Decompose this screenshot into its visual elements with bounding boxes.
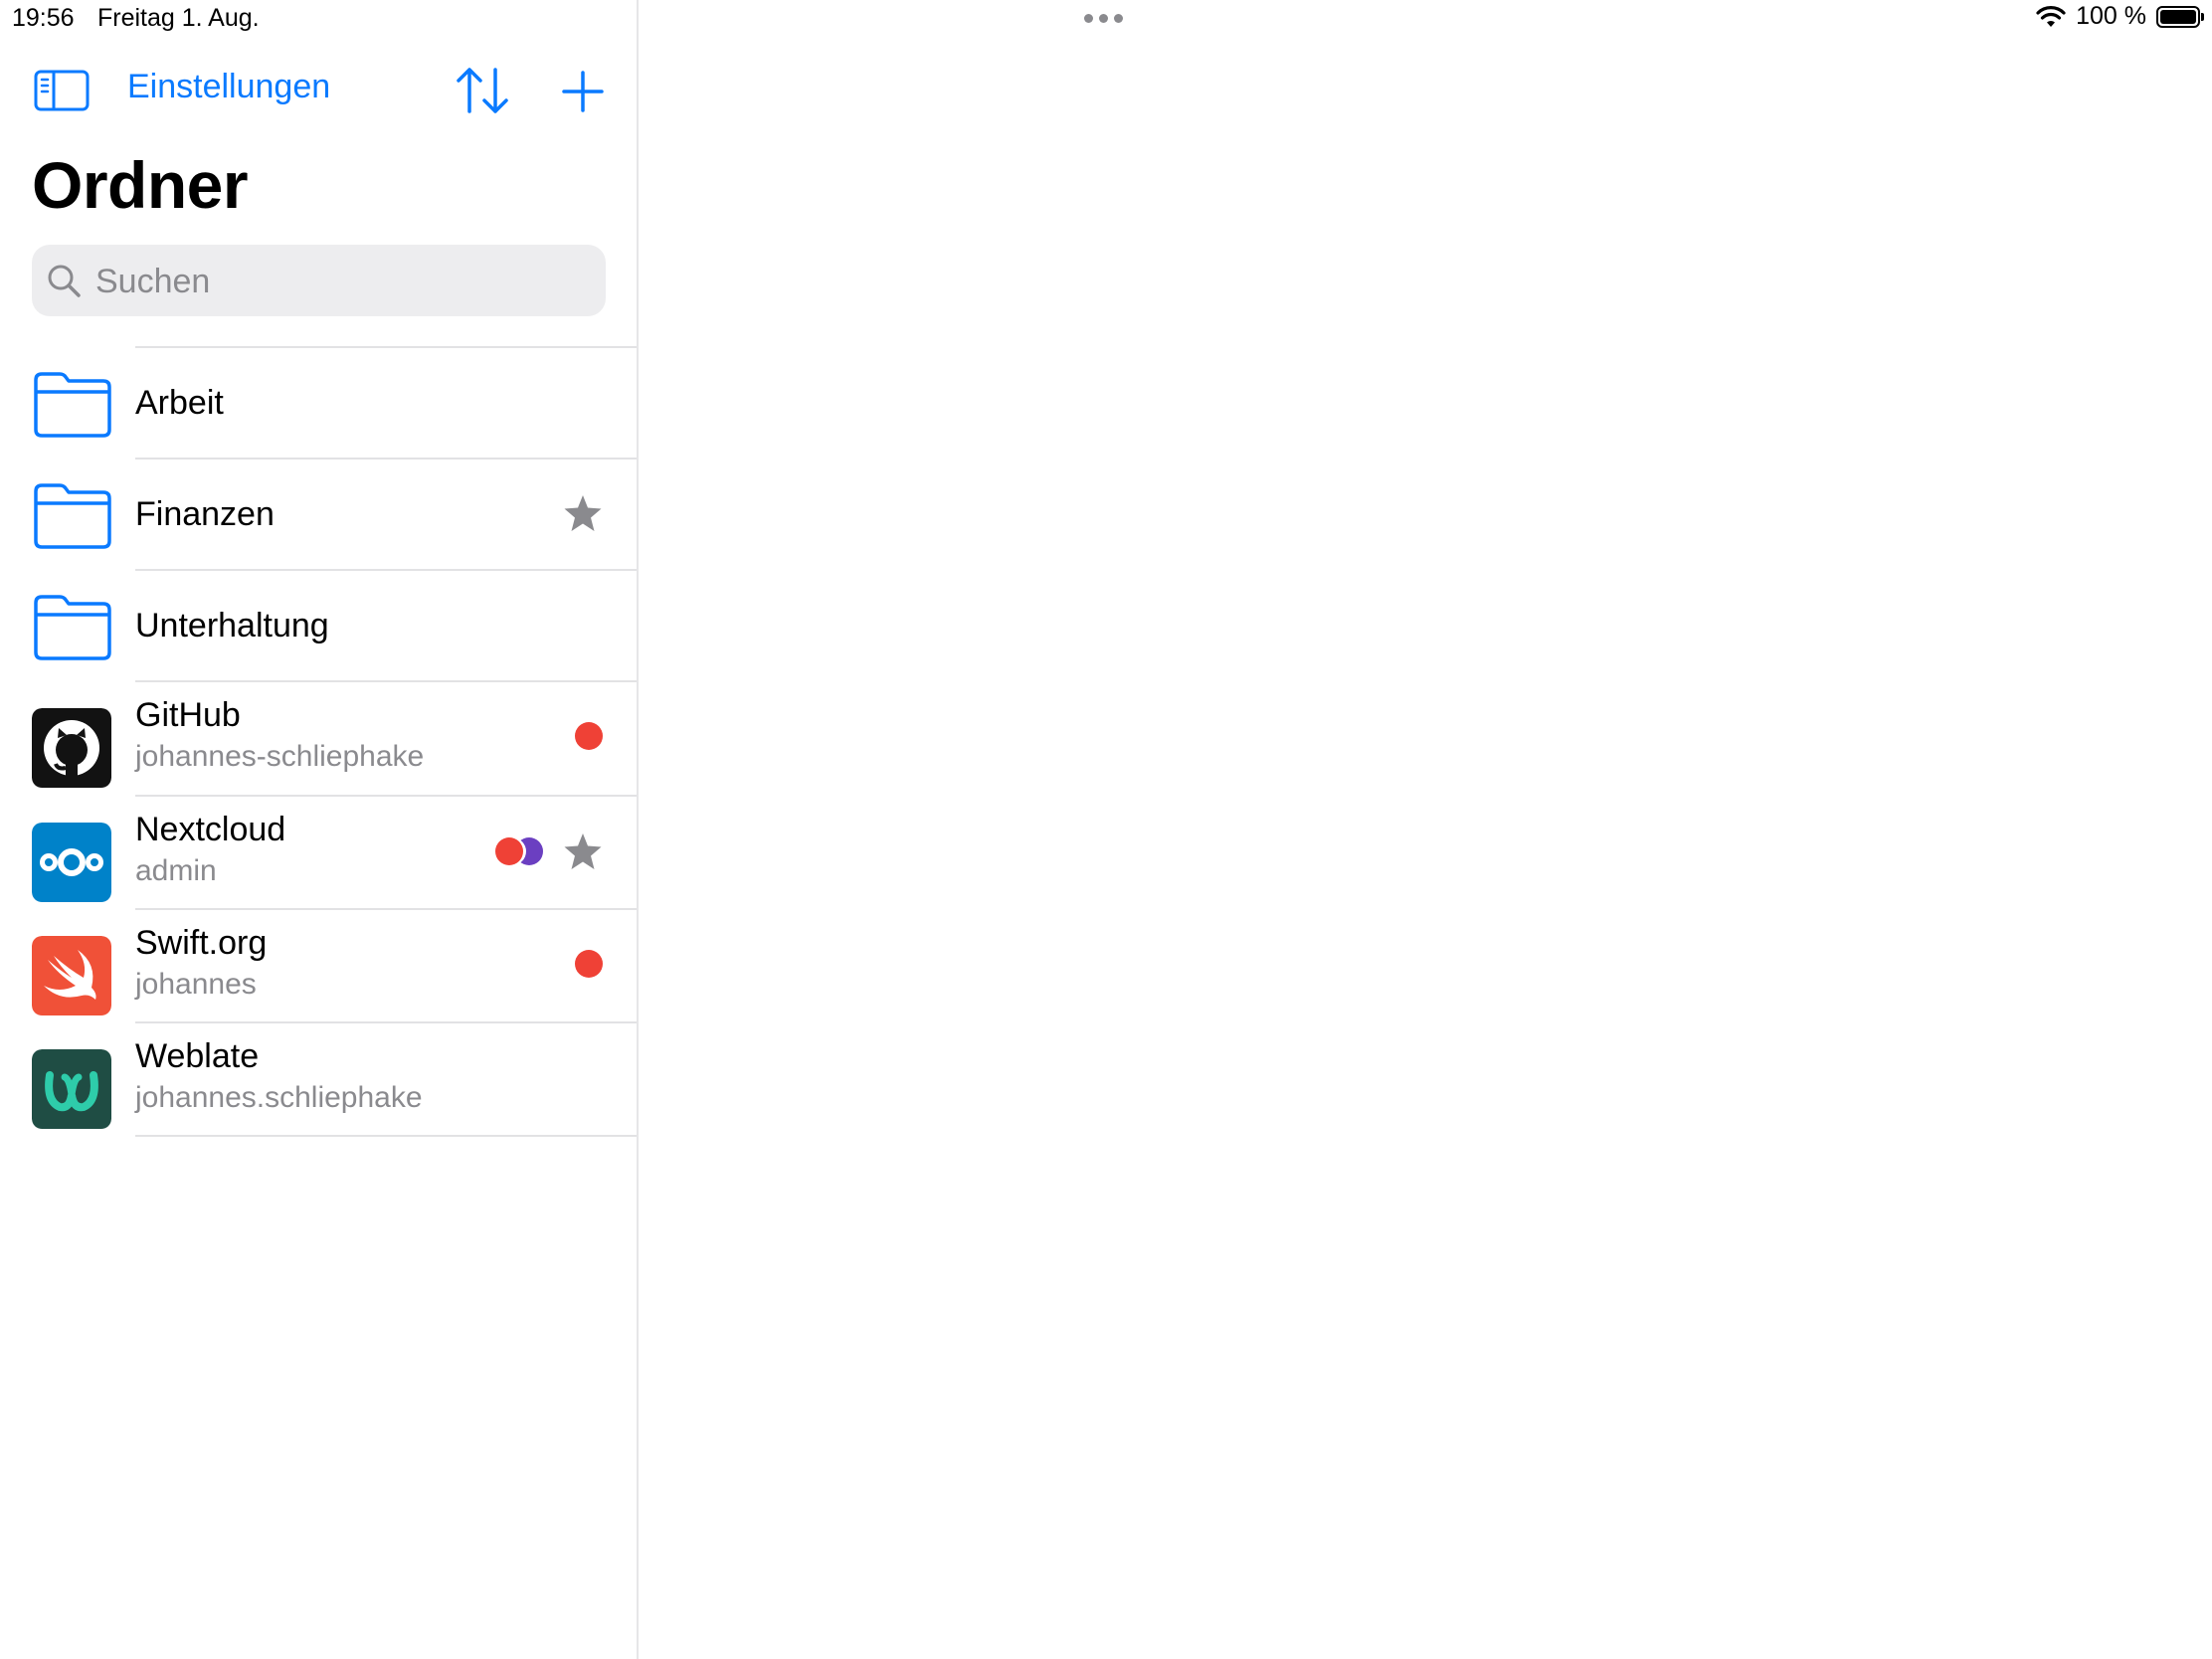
entry-title: Nextcloud: [135, 811, 286, 848]
search-bar[interactable]: [32, 245, 606, 318]
folder-name: Arbeit: [135, 384, 224, 422]
folder-name: Finanzen: [135, 495, 275, 533]
wifi-icon: [2036, 5, 2066, 27]
folder-icon: [34, 483, 111, 549]
folder-row[interactable]: Unterhaltung: [0, 569, 637, 680]
folder-list: Arbeit Finanzen Unterhaltung GitHub joha…: [0, 346, 637, 1137]
entry-row[interactable]: GitHub johannes-schliephake: [0, 680, 637, 795]
tag-red-icon: [575, 722, 603, 750]
sidebar: Einstellungen Ordner Arbeit F: [0, 0, 639, 1659]
entry-title: GitHub: [135, 696, 241, 734]
tag-red-icon: [495, 837, 523, 865]
folder-icon: [34, 372, 111, 438]
entry-row[interactable]: Weblate johannes.schliephake: [0, 1021, 637, 1135]
list-divider: [135, 1135, 637, 1137]
folder-icon: [34, 595, 111, 660]
folder-row[interactable]: Finanzen: [0, 458, 637, 569]
favorite-star-icon: [564, 495, 602, 531]
entry-username: johannes-schliephake: [135, 740, 425, 773]
search-input[interactable]: [93, 245, 585, 318]
folder-name: Unterhaltung: [135, 607, 329, 645]
battery-percentage: 100 %: [2076, 2, 2146, 30]
nextcloud-icon: [32, 823, 111, 902]
multitasking-handle[interactable]: [1084, 14, 1123, 23]
entry-title: Swift.org: [135, 924, 268, 962]
favorite-star-icon: [564, 833, 602, 869]
entry-row[interactable]: Swift.org johannes: [0, 908, 637, 1021]
entry-username: johannes: [135, 968, 257, 1001]
weblate-icon: [32, 1049, 111, 1129]
tag-red-icon: [575, 950, 603, 978]
folder-row[interactable]: Arbeit: [0, 346, 637, 458]
status-right: 100 %: [2036, 2, 2204, 31]
entry-username: admin: [135, 854, 217, 887]
settings-button[interactable]: Einstellungen: [127, 68, 330, 106]
add-icon[interactable]: [561, 70, 605, 113]
page-title: Ordner: [32, 148, 249, 222]
entry-username: johannes.schliephake: [135, 1081, 423, 1114]
battery-icon: [2156, 5, 2204, 28]
entry-title: Weblate: [135, 1037, 260, 1075]
swift-icon: [32, 936, 111, 1015]
entry-row[interactable]: Nextcloud admin: [0, 795, 637, 908]
search-icon: [48, 265, 81, 297]
sidebar-toggle-icon[interactable]: [34, 70, 90, 111]
sort-icon[interactable]: [456, 66, 509, 115]
github-icon: [32, 708, 111, 788]
